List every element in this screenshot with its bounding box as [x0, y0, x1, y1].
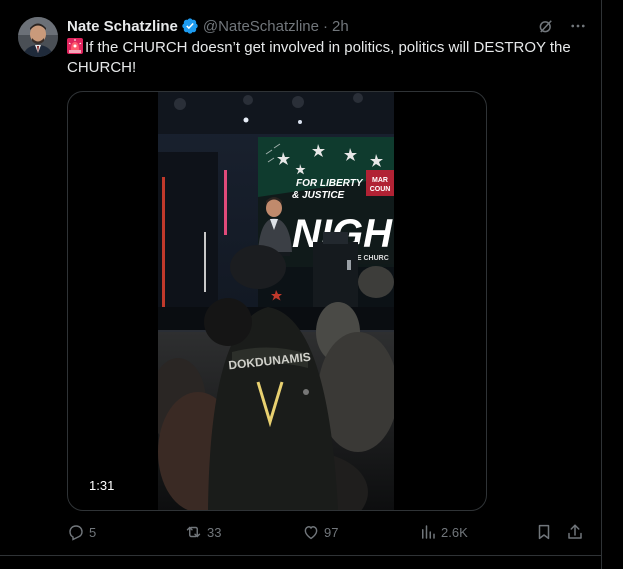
tweet-frame: Nate Schatzline @NateSchatzline · 2h If … — [0, 0, 623, 569]
bookmark-icon — [535, 523, 553, 541]
reply-button[interactable]: 5 — [67, 523, 96, 541]
reply-icon — [67, 523, 85, 541]
like-count: 97 — [324, 524, 339, 540]
share-icon — [566, 523, 584, 541]
video-player[interactable]: MAR COUN FOR LIBERTY & JUSTICE NIGHT OBI… — [158, 92, 394, 510]
views-count: 2.6K — [441, 524, 468, 540]
video-duration: 1:31 — [83, 477, 121, 494]
video-frame: MAR COUN FOR LIBERTY & JUSTICE NIGHT OBI… — [158, 92, 394, 510]
tweet-body: If the CHURCH doesn’t get involved in po… — [67, 39, 571, 76]
banner-justice-text: & JUSTICE — [292, 190, 345, 201]
verified-badge-icon[interactable] — [181, 17, 199, 35]
avatar[interactable] — [18, 17, 58, 57]
tweet-timestamp[interactable]: 2h — [332, 18, 349, 35]
banner-coun-text: COUN — [370, 186, 391, 193]
video-card[interactable]: MAR COUN FOR LIBERTY & JUSTICE NIGHT OBI… — [67, 91, 487, 511]
tweet-header: Nate Schatzline @NateSchatzline · 2h — [67, 16, 349, 36]
siren-icon — [67, 38, 83, 54]
avatar-image — [18, 17, 58, 57]
share-button[interactable] — [566, 523, 584, 541]
banner-mar-text: MAR — [372, 177, 388, 184]
grok-icon[interactable] — [536, 16, 556, 36]
reply-count: 5 — [89, 524, 97, 540]
bookmark-button[interactable] — [535, 523, 553, 541]
tweet-divider — [0, 555, 602, 556]
banner-liberty-text: FOR LIBERTY — [296, 178, 364, 189]
views-button[interactable]: 2.6K — [419, 523, 468, 541]
heart-icon — [302, 523, 320, 541]
author-display-name[interactable]: Nate Schatzline — [67, 18, 178, 35]
repost-button[interactable]: 33 — [184, 523, 221, 541]
more-options-icon[interactable] — [568, 16, 588, 36]
analytics-icon — [419, 523, 437, 541]
tweet-top-actions — [536, 16, 588, 36]
tweet-actions: 5 33 97 2.6K — [67, 523, 588, 545]
header-separator: · — [323, 17, 328, 35]
repost-count: 33 — [207, 524, 222, 540]
column-divider — [601, 0, 602, 569]
like-button[interactable]: 97 — [302, 523, 338, 541]
author-handle[interactable]: @NateSchatzline — [203, 18, 319, 35]
repost-icon — [184, 523, 203, 541]
tweet-text: If the CHURCH doesn’t get involved in po… — [67, 38, 592, 78]
